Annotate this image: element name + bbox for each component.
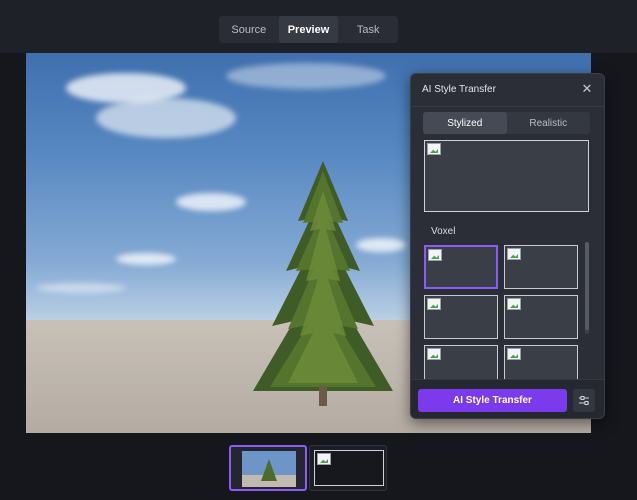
view-tabs: Source Preview Task [219, 16, 398, 43]
panel-title: AI Style Transfer [422, 84, 496, 95]
style-section-label: Voxel [431, 226, 456, 237]
tab-preview[interactable]: Preview [278, 16, 339, 43]
tab-task[interactable]: Task [338, 16, 398, 43]
broken-image-icon [507, 348, 521, 360]
panel-footer: AI Style Transfer [411, 379, 604, 418]
mode-toggle: Stylized Realistic [423, 112, 590, 134]
cloud [116, 253, 176, 265]
mode-realistic[interactable]: Realistic [507, 112, 591, 134]
mode-stylized[interactable]: Stylized [423, 112, 507, 134]
ai-style-transfer-button[interactable]: AI Style Transfer [418, 389, 567, 412]
panel-header: AI Style Transfer ✕ [411, 74, 604, 107]
cloud [36, 283, 126, 293]
broken-image-icon [428, 249, 442, 261]
style-thumbnail[interactable] [504, 345, 578, 379]
thumbnail-scrollbar[interactable] [585, 242, 589, 334]
tree-thumbnail [242, 451, 296, 487]
broken-image-icon [427, 143, 441, 155]
cloud [226, 63, 386, 89]
tab-source[interactable]: Source [219, 16, 279, 43]
close-icon[interactable]: ✕ [580, 82, 594, 96]
style-thumbnail[interactable] [424, 345, 498, 379]
cloud [96, 98, 236, 138]
style-thumbnail-grid [424, 243, 586, 379]
style-transfer-panel: AI Style Transfer ✕ Stylized Realistic V… [410, 73, 605, 419]
filmstrip-item-blank[interactable] [309, 445, 387, 491]
broken-image-icon [317, 453, 331, 465]
sliders-icon[interactable] [573, 389, 595, 412]
blank-thumbnail [314, 450, 384, 486]
broken-image-icon [507, 248, 521, 260]
style-preview-image [424, 140, 589, 212]
broken-image-icon [507, 298, 521, 310]
style-thumbnail[interactable] [424, 295, 498, 339]
style-thumbnail[interactable] [504, 245, 578, 289]
broken-image-icon [427, 298, 441, 310]
style-thumbnail[interactable] [424, 245, 498, 289]
scrollbar-thumb[interactable] [585, 242, 589, 330]
pine-tree [253, 161, 393, 406]
broken-image-icon [427, 348, 441, 360]
top-toolbar: Source Preview Task [0, 0, 637, 53]
style-thumbnail[interactable] [504, 295, 578, 339]
filmstrip-item-tree[interactable] [229, 445, 307, 491]
cloud [176, 193, 246, 211]
